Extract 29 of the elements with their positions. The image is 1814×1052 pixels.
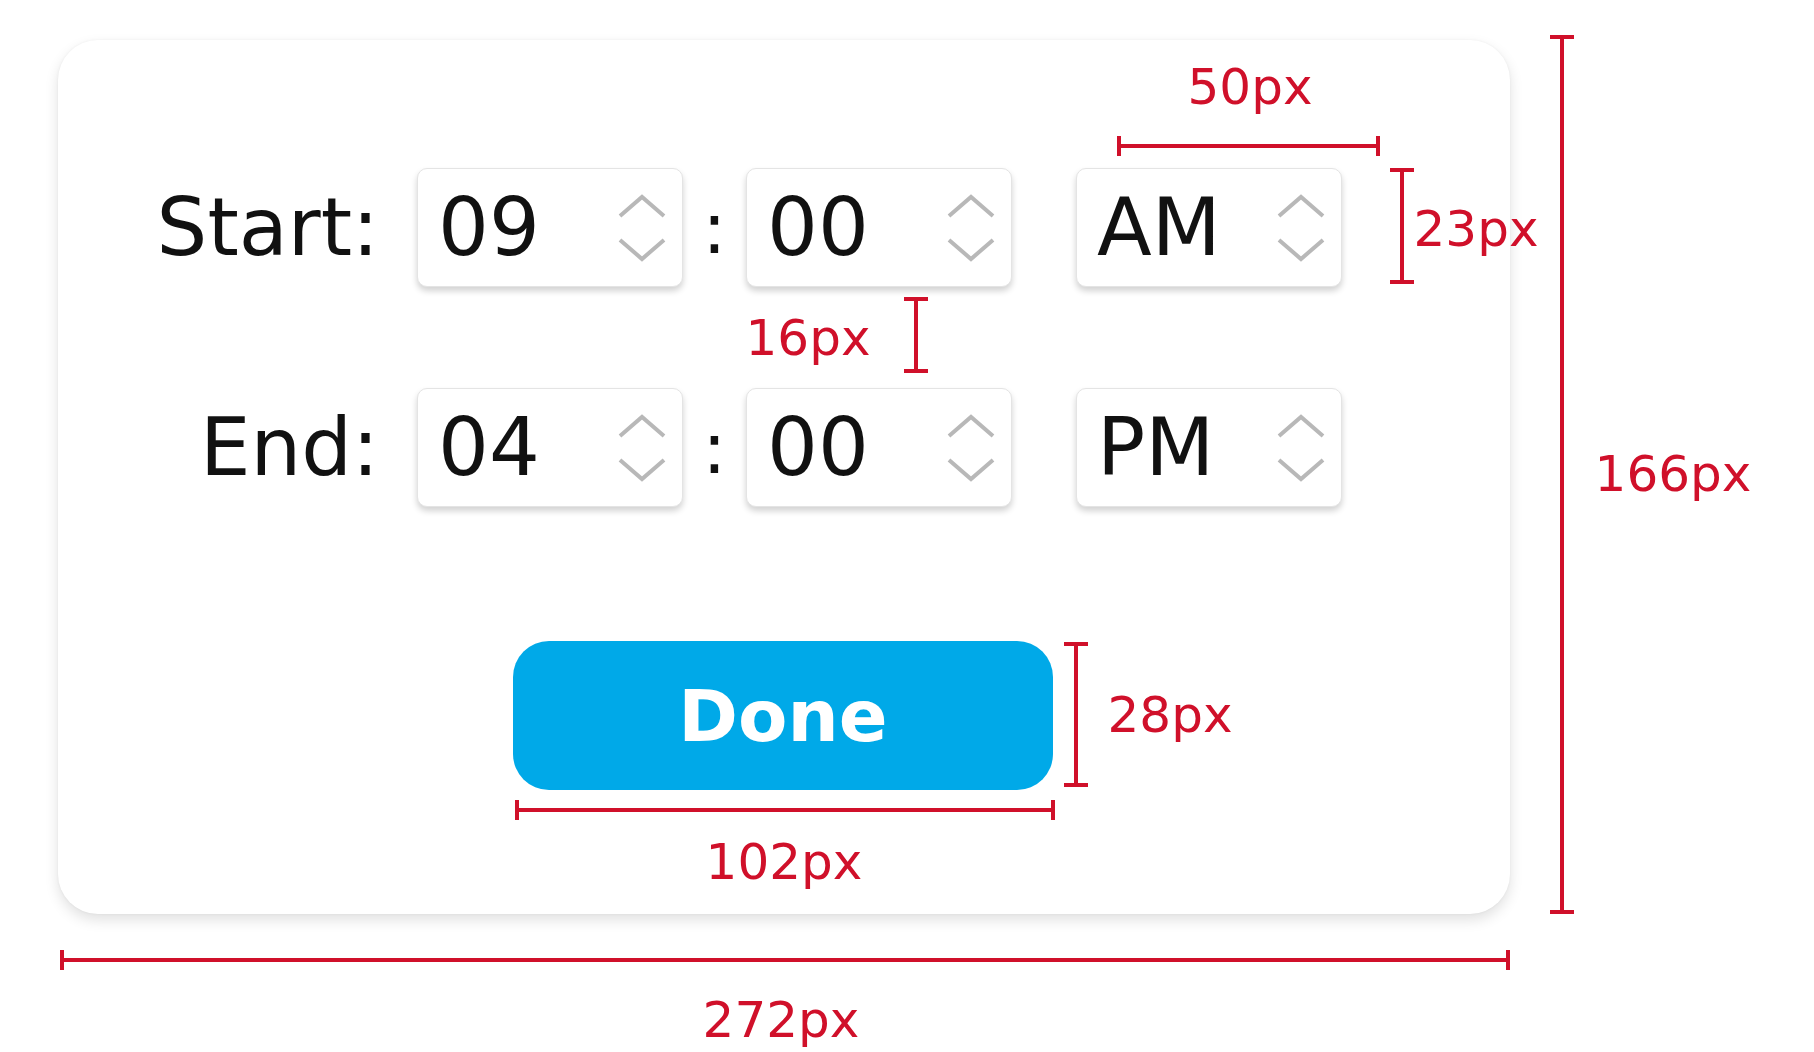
chevron-down-icon[interactable] — [1275, 236, 1327, 263]
dimension-label: 102px — [705, 833, 863, 891]
chevron-down-icon[interactable] — [945, 236, 997, 263]
dimension-label: 166px — [1594, 445, 1752, 503]
chevron-up-icon[interactable] — [1275, 192, 1327, 219]
period-stepper[interactable]: AM — [1076, 168, 1342, 287]
hour-stepper[interactable]: 04 — [417, 388, 683, 507]
chevron-down-icon[interactable] — [945, 456, 997, 483]
dimension-label: 272px — [702, 991, 860, 1049]
time-separator: : — [702, 405, 727, 490]
minute-stepper[interactable]: 00 — [746, 168, 1012, 287]
chevron-down-icon[interactable] — [616, 456, 668, 483]
chevron-down-icon[interactable] — [1275, 456, 1327, 483]
row-label: Start: — [156, 181, 379, 274]
dimension-label: 28px — [1107, 686, 1233, 744]
dimension-label: 16px — [745, 309, 871, 367]
chevron-up-icon[interactable] — [1275, 412, 1327, 439]
chevron-up-icon[interactable] — [945, 412, 997, 439]
chevron-down-icon[interactable] — [616, 236, 668, 263]
chevron-up-icon[interactable] — [616, 412, 668, 439]
chevron-up-icon[interactable] — [616, 192, 668, 219]
minute-stepper[interactable]: 00 — [746, 388, 1012, 507]
dimension-label: 23px — [1413, 200, 1539, 258]
chevron-up-icon[interactable] — [945, 192, 997, 219]
hour-stepper[interactable]: 09 — [417, 168, 683, 287]
dimension-label: 50px — [1187, 58, 1313, 116]
row-label: End: — [200, 401, 379, 494]
time-separator: : — [702, 185, 727, 270]
period-stepper[interactable]: PM — [1076, 388, 1342, 507]
